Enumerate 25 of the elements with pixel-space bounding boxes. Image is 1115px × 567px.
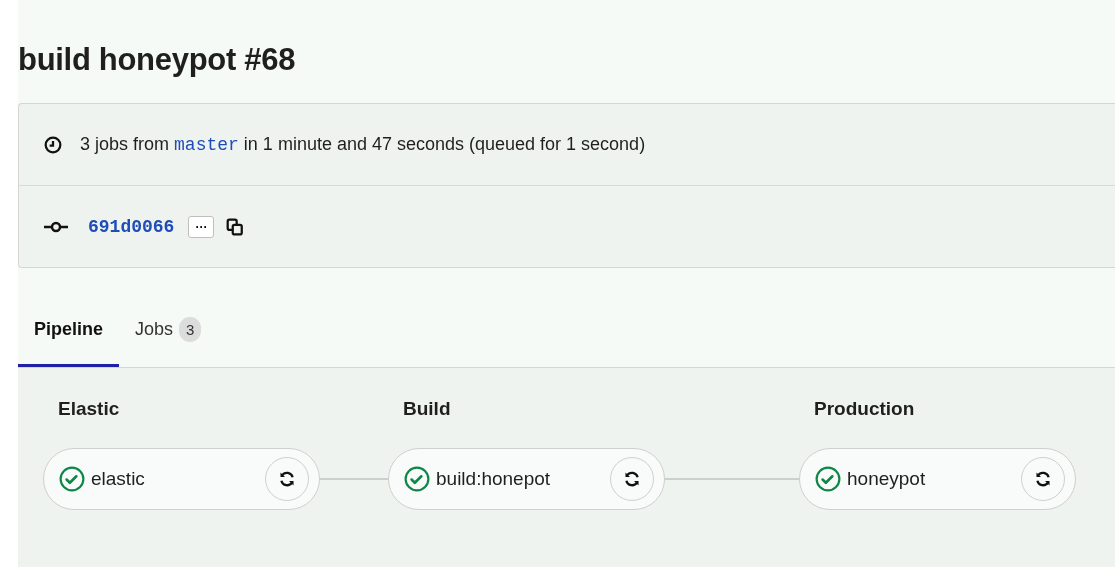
commit-sha-link[interactable]: 691d0066 <box>88 216 175 237</box>
job-name: build:honepot <box>436 468 552 490</box>
retry-button[interactable] <box>1021 457 1065 501</box>
count-badge: 3 <box>179 316 202 342</box>
pipeline-title: build honeypot #68 <box>18 41 296 78</box>
job-name: elastic <box>91 468 146 490</box>
job-node[interactable]: build:honepot <box>388 448 665 510</box>
branch-link[interactable]: master <box>174 135 239 155</box>
refresh-icon <box>278 470 296 488</box>
refresh-icon <box>623 470 641 488</box>
refresh-icon <box>1034 470 1052 488</box>
clock-icon <box>44 135 62 154</box>
job-name: honeypot <box>847 468 927 490</box>
commit-icon <box>44 220 68 233</box>
stage-title: Elastic <box>58 398 121 420</box>
stage-title: Production <box>814 398 916 420</box>
job-node[interactable]: elastic <box>43 448 320 510</box>
tab[interactable]: Jobs 3 <box>119 294 218 367</box>
pipeline-summary: 3 jobs from master in 1 minute and 47 seconds (queued for 1 second) <box>80 134 646 155</box>
more-button[interactable]: ··· <box>188 215 215 238</box>
stage-title: Build <box>403 398 452 420</box>
retry-button[interactable] <box>610 457 654 501</box>
job-node[interactable]: honeypot <box>799 448 1076 510</box>
copy-icon[interactable] <box>226 217 245 236</box>
retry-button[interactable] <box>265 457 309 501</box>
